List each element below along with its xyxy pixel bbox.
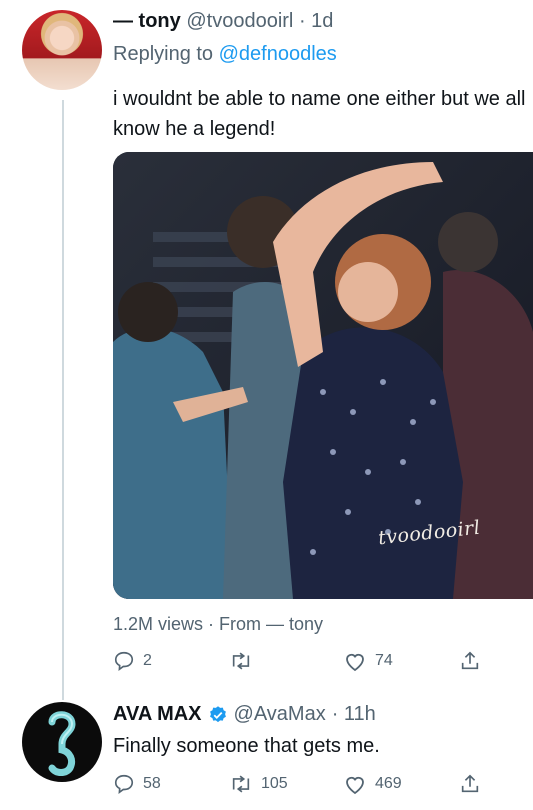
share-button[interactable] [459,650,481,672]
timestamp-2[interactable]: · 11h [332,703,376,726]
tweet-text-2: Finally someone that gets me. [113,735,380,757]
handle-2[interactable]: @AvaMax [234,703,326,726]
avatar[interactable] [22,10,102,90]
replying-to-label: Replying to [113,43,219,65]
retweet-button[interactable] [229,650,261,672]
retweet-button-2[interactable]: 105 [229,773,288,795]
share-icon [461,651,479,670]
tweet-text: i wouldnt be able to name one either but… [113,88,526,140]
tweet-header: — tony @tvoodooirl · 1d [113,10,333,33]
display-name-2[interactable]: AVA MAX [113,703,202,726]
reply-icon [114,774,134,794]
like-button[interactable]: 74 [343,650,393,672]
heart-icon [346,776,364,795]
like-button-2[interactable]: 469 [343,773,402,795]
timestamp[interactable]: · 1d [299,10,333,32]
view-count: 1.2M views · From — tony [113,614,324,634]
verified-badge-icon [209,705,226,722]
video-media[interactable]: tvoodooirl [113,152,533,599]
thread-line [62,100,64,700]
display-name[interactable]: — tony [113,10,181,32]
avatar-avamax[interactable] [22,702,102,782]
like-count-2: 469 [375,775,402,792]
reply-button-2[interactable]: 58 [113,773,161,795]
replying-to-handle[interactable]: @defnoodles [219,43,337,65]
heart-icon [346,653,364,672]
like-count: 74 [375,652,393,669]
share-icon [461,774,479,793]
share-button-2[interactable] [459,773,481,795]
retweet-icon [232,775,250,793]
retweet-icon [232,652,250,670]
reply-count-2: 58 [143,775,161,792]
reply-count: 2 [143,652,152,669]
handle[interactable]: @tvoodooirl [186,10,293,32]
replying-to: Replying to @defnoodles [113,43,337,66]
reply-button[interactable]: 2 [113,650,152,672]
tweet-header-2: AVA MAX @AvaMax · 11h [113,703,376,726]
retweet-count-2: 105 [261,775,288,792]
reply-icon [114,651,134,671]
avatar-art [48,711,76,776]
